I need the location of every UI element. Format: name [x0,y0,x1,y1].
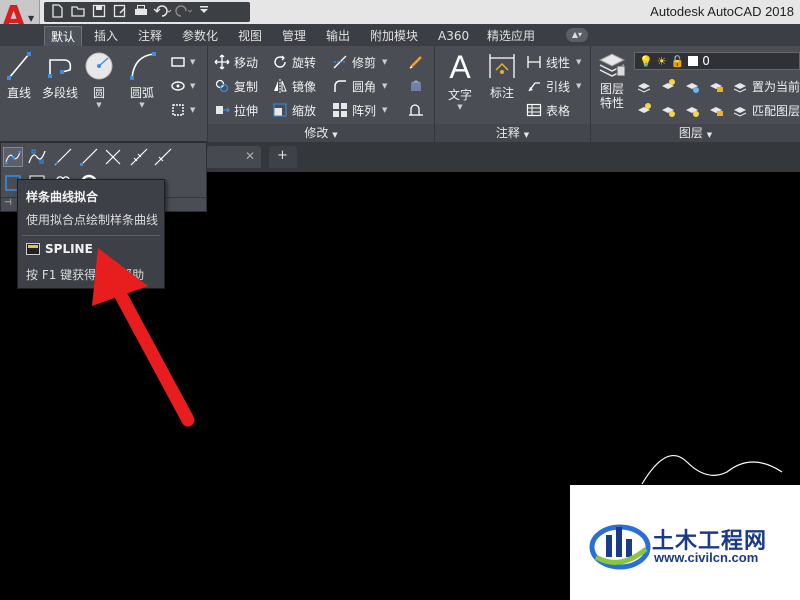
watermark-url: www.civilcn.com [654,550,759,565]
watermark: 土木工程网 www.civilcn.com [570,485,800,600]
watermark-logo-icon [589,524,651,570]
